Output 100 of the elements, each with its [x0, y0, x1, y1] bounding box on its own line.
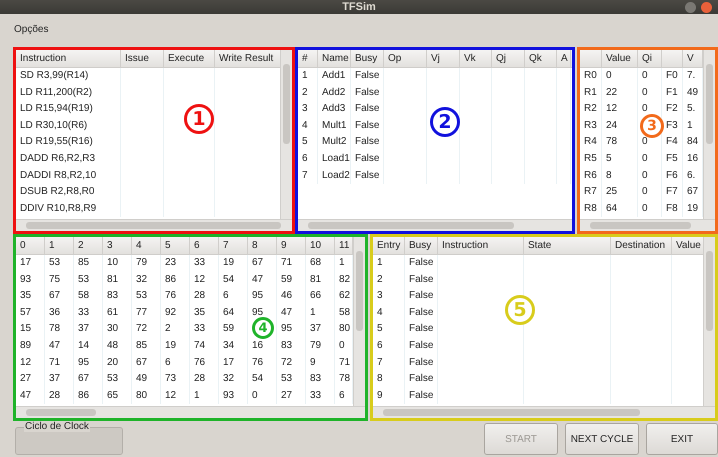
column-header[interactable]: 5 [161, 237, 190, 254]
column-header[interactable]: 6 [190, 237, 219, 254]
table-cell: R7 [580, 184, 602, 201]
table-cell: 68 [306, 255, 335, 272]
table-cell: False [405, 354, 438, 372]
table-cell: 81 [306, 272, 335, 288]
table-cell: 17 [219, 354, 248, 372]
table-cell: 95 [74, 354, 103, 372]
table-cell: 27 [16, 371, 45, 388]
column-header[interactable]: 3 [103, 237, 132, 254]
menu-item[interactable]: Opções [14, 24, 48, 34]
action-button[interactable]: NEXT CYCLE [565, 423, 639, 455]
horizontal-scrollbar[interactable] [298, 219, 572, 231]
table-cell: 33 [74, 304, 103, 322]
column-header[interactable]: Vj [427, 50, 460, 67]
column-header[interactable]: Op [384, 50, 427, 67]
column-header[interactable]: Execute [164, 50, 215, 67]
table-cell: False [351, 118, 384, 134]
table-cell: 0 [602, 68, 638, 85]
column-header[interactable]: Qj [492, 50, 525, 67]
table-cell: False [351, 68, 384, 85]
table-cell: 67 [132, 354, 161, 372]
table-cell: 67 [248, 255, 277, 272]
table-cell: 57 [16, 304, 45, 322]
column-header[interactable]: Destination [611, 237, 672, 254]
table-cell: 7 [373, 354, 405, 372]
table-cell: R5 [580, 150, 602, 168]
table-cell: 79 [306, 338, 335, 355]
table-cell: 6 [298, 150, 318, 168]
table-cell: 1 [190, 388, 219, 404]
table-cell: 6 [219, 288, 248, 305]
table-cell: 47 [16, 388, 45, 404]
table-cell: 3 [373, 288, 405, 305]
minimize-button[interactable] [685, 2, 696, 13]
table-cell: 49 [132, 371, 161, 388]
column-header[interactable]: Vk [460, 50, 492, 67]
table-cell: 48 [103, 338, 132, 355]
column-header[interactable]: Instruction [16, 50, 121, 67]
table-cell: 83 [103, 288, 132, 305]
column-header[interactable]: Issue [121, 50, 164, 67]
table-cell: 35 [16, 288, 45, 305]
table-cell: False [405, 321, 438, 338]
table-cell: 77 [132, 304, 161, 322]
horizontal-scrollbar[interactable] [16, 219, 292, 231]
column-header[interactable]: 2 [74, 237, 103, 254]
table-cell: R0 [580, 68, 602, 85]
table-cell: 4 [298, 118, 318, 134]
column-header[interactable]: Busy [351, 50, 384, 67]
column-header[interactable]: # [298, 50, 318, 67]
column-header[interactable]: Name [318, 50, 351, 67]
table-cell: 28 [190, 288, 219, 305]
vertical-scrollbar[interactable] [353, 237, 365, 406]
table-cell: False [351, 101, 384, 118]
vertical-scrollbar[interactable] [703, 50, 715, 219]
column-header[interactable]: 4 [132, 237, 161, 254]
column-header[interactable]: 9 [277, 237, 306, 254]
table-cell: 59 [219, 321, 248, 338]
column-header[interactable]: 1 [45, 237, 74, 254]
table-cell: False [405, 338, 438, 355]
column-header[interactable]: Instruction [438, 237, 524, 254]
table-cell: R3 [580, 118, 602, 134]
table-cell: F6 [662, 168, 683, 184]
column-header[interactable]: 10 [306, 237, 335, 254]
table-cell: 12 [16, 354, 45, 372]
table-cell: 20 [103, 354, 132, 372]
table-cell: 0 [638, 150, 662, 168]
table-cell: F5 [662, 150, 683, 168]
table-cell: 71 [277, 255, 306, 272]
table-cell: DADDI R8,R2,10 [16, 168, 121, 184]
table-cell: 19 [161, 338, 190, 355]
table-cell: 12 [190, 272, 219, 288]
vertical-scrollbar[interactable] [280, 50, 292, 219]
column-header[interactable]: 0 [16, 237, 45, 254]
column-header[interactable]: Entry [373, 237, 405, 254]
column-header[interactable]: Busy [405, 237, 438, 254]
table-cell: 76 [190, 354, 219, 372]
column-header[interactable]: 8 [248, 237, 277, 254]
horizontal-scrollbar[interactable] [16, 406, 365, 418]
table-cell: 3 [298, 101, 318, 118]
table-cell: 74 [190, 338, 219, 355]
horizontal-scrollbar[interactable] [373, 406, 715, 418]
table-cell: 1 [373, 255, 405, 272]
table-cell: R2 [580, 101, 602, 118]
table-cell: 32 [132, 272, 161, 288]
column-header[interactable]: A [557, 50, 571, 67]
table-cell: 53 [45, 255, 74, 272]
table-cell: DSUB R2,R8,R0 [16, 184, 121, 201]
column-header[interactable]: Value [602, 50, 638, 67]
table-cell: 95 [248, 288, 277, 305]
horizontal-scrollbar[interactable] [580, 219, 715, 231]
table-cell: 47 [45, 338, 74, 355]
column-header[interactable]: 7 [219, 237, 248, 254]
table-cell: 61 [103, 304, 132, 322]
column-header[interactable]: State [524, 237, 611, 254]
column-header[interactable]: Qi [638, 50, 662, 67]
action-button[interactable]: EXIT [646, 423, 718, 455]
close-button[interactable] [701, 2, 712, 13]
table-cell: F2 [662, 101, 683, 118]
vertical-scrollbar[interactable] [703, 237, 715, 406]
column-header[interactable]: Qk [525, 50, 557, 67]
